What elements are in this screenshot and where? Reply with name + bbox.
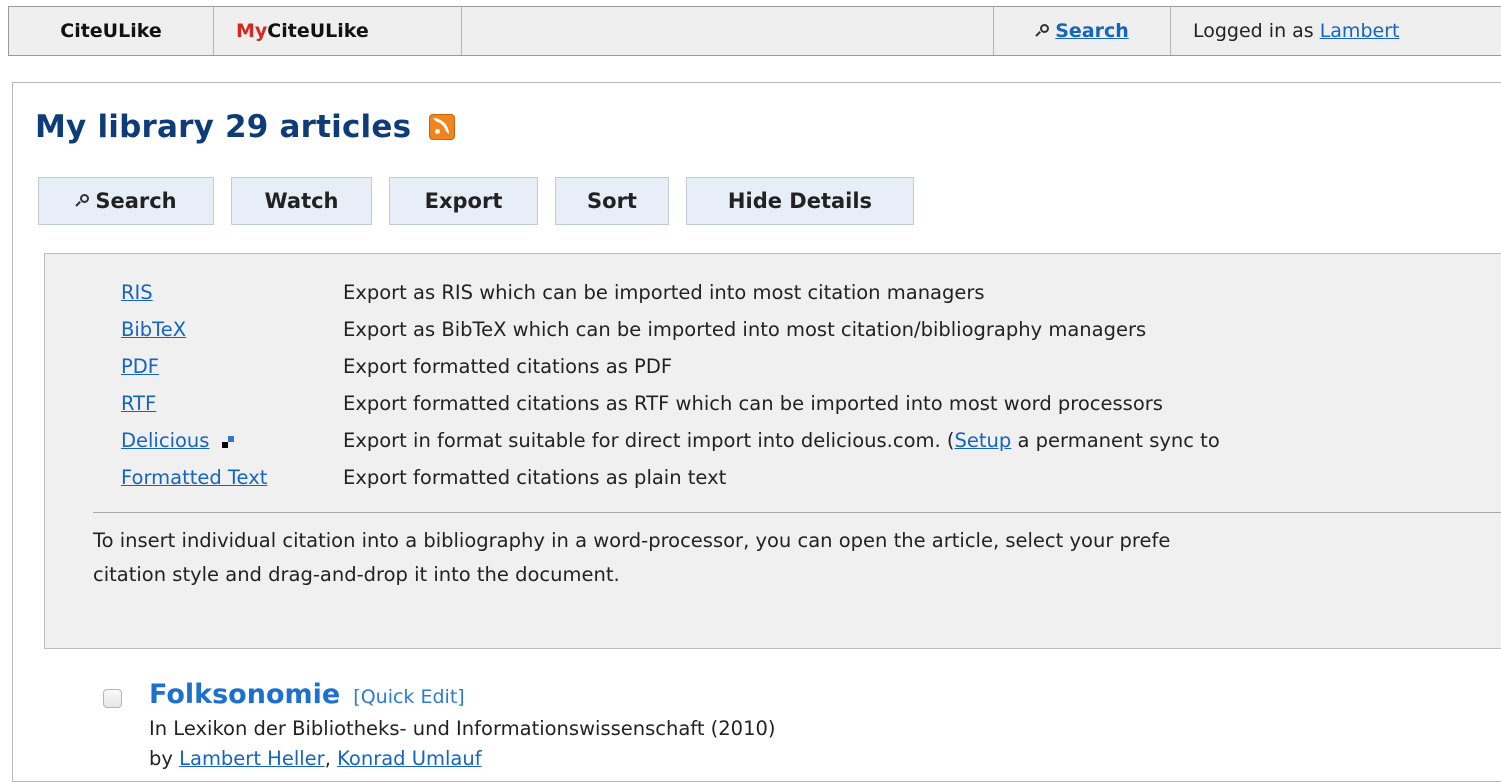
search-icon (1035, 24, 1050, 38)
export-delicious-description: Export in format suitable for direct imp… (343, 422, 1220, 459)
nav-myciteulike[interactable]: My CiteULike (214, 7, 462, 55)
export-note-line-2: citation style and drag-and-drop it into… (93, 563, 620, 586)
watch-button[interactable]: Watch (231, 177, 372, 225)
sort-button-label[interactable]: Sort (587, 189, 637, 213)
article-source: In Lexikon der Bibliotheks- und Informat… (149, 717, 776, 740)
nav-citeulike-label[interactable]: CiteULike (60, 20, 162, 42)
article-title-row: Folksonomie [Quick Edit] (149, 679, 465, 710)
export-note: To insert individual citation into a bib… (93, 524, 1501, 592)
nav-search-link[interactable]: Search (1055, 20, 1129, 42)
top-nav-bar: CiteULike My CiteULike Search Logged in a… (8, 6, 1501, 56)
search-icon (75, 194, 90, 208)
export-note-line-1: To insert individual citation into a bib… (93, 529, 1171, 552)
nav-my-prefix[interactable]: My (236, 20, 267, 42)
export-rtf-description: Export formatted citations as RTF which … (343, 392, 1163, 415)
export-button-label[interactable]: Export (425, 189, 503, 213)
page-title: My library 29 articles (35, 109, 456, 145)
export-button[interactable]: Export (389, 177, 538, 225)
article-title-link[interactable]: Folksonomie (149, 679, 340, 710)
export-formats-table: RIS Export as RIS which can be imported … (121, 274, 1220, 496)
delicious-desc-pre: Export in format suitable for direct imp… (343, 429, 955, 452)
author-link[interactable]: Lambert Heller (179, 747, 325, 770)
export-ris-description: Export as RIS which can be imported into… (343, 281, 985, 304)
export-pdf-link[interactable]: PDF (121, 355, 159, 378)
export-formatted-text-description: Export formatted citations as plain text (343, 466, 727, 489)
article-by-label: by (149, 747, 173, 770)
page-title-text: My library 29 articles (35, 109, 412, 145)
search-button-label[interactable]: Search (95, 189, 176, 213)
login-status: Logged in as Lambert (1171, 7, 1501, 55)
export-row-formatted-text: Formatted Text Export formatted citation… (121, 459, 1220, 496)
user-link[interactable]: Lambert (1320, 20, 1400, 42)
hide-details-button[interactable]: Hide Details (686, 177, 914, 225)
watch-button-label[interactable]: Watch (264, 189, 338, 213)
export-panel: RIS Export as RIS which can be imported … (44, 253, 1501, 649)
delicious-icon (221, 435, 234, 448)
export-row-pdf: PDF Export formatted citations as PDF (121, 348, 1220, 385)
nav-my-suffix[interactable]: CiteULike (267, 20, 369, 42)
export-row-rtf: RTF Export formatted citations as RTF wh… (121, 385, 1220, 422)
rss-icon[interactable] (429, 114, 456, 140)
delicious-setup-link[interactable]: Setup (955, 429, 1012, 452)
export-row-bibtex: BibTeX Export as BibTeX which can be imp… (121, 311, 1220, 348)
author-link[interactable]: Konrad Umlauf (337, 747, 482, 770)
delicious-desc-post: a permanent sync to (1011, 429, 1220, 452)
library-toolbar: Search Watch Export Sort Hide Details (38, 177, 931, 225)
export-delicious-link[interactable]: Delicious (121, 429, 209, 452)
logged-in-text: Logged in as (1193, 20, 1314, 42)
export-bibtex-link[interactable]: BibTeX (121, 318, 186, 341)
hide-details-button-label[interactable]: Hide Details (728, 189, 872, 213)
export-pdf-description: Export formatted citations as PDF (343, 355, 673, 378)
export-bibtex-description: Export as BibTeX which can be imported i… (343, 318, 1147, 341)
library-panel: My library 29 articles Search Watch Expo… (12, 82, 1501, 782)
export-divider (93, 512, 1501, 513)
export-ris-link[interactable]: RIS (121, 281, 153, 304)
article-authors: by Lambert Heller, Konrad Umlauf (149, 747, 482, 770)
article-select-checkbox[interactable] (103, 689, 122, 708)
nav-search[interactable]: Search (994, 7, 1171, 55)
nav-spacer (462, 7, 994, 55)
export-rtf-link[interactable]: RTF (121, 392, 156, 415)
export-row-delicious: Delicious Export in format suitable for … (121, 422, 1220, 459)
nav-citeulike[interactable]: CiteULike (9, 7, 214, 55)
sort-button[interactable]: Sort (555, 177, 669, 225)
search-button[interactable]: Search (38, 177, 214, 225)
quick-edit-link[interactable]: [Quick Edit] (353, 686, 464, 708)
export-row-ris: RIS Export as RIS which can be imported … (121, 274, 1220, 311)
export-formatted-text-link[interactable]: Formatted Text (121, 466, 267, 489)
